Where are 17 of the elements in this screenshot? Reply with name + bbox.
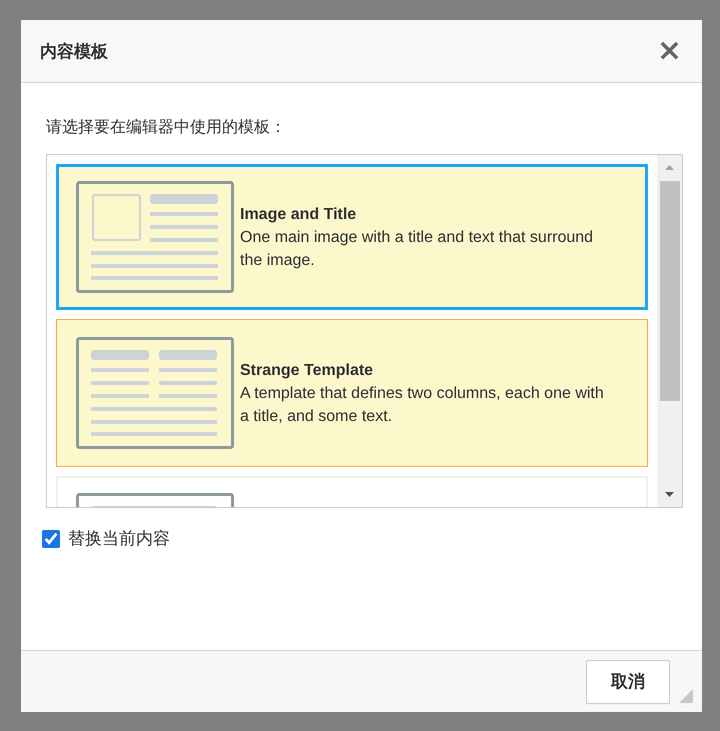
- template-description: One main image with a title and text that surround the image.: [240, 228, 594, 270]
- scroll-down-icon[interactable]: [665, 492, 674, 497]
- prompt-text: 请选择要在编辑器中使用的模板：: [46, 118, 287, 138]
- scroll-up-icon[interactable]: [665, 165, 674, 170]
- replace-checkbox[interactable]: [42, 530, 60, 548]
- template-title: Image and Title: [240, 204, 358, 224]
- template-title: Strange Template: [240, 360, 374, 380]
- template-option[interactable]: Image and Title One main image with a title and text that surround the image.: [56, 164, 648, 310]
- resize-grip-icon[interactable]: [679, 689, 693, 703]
- scrollbar[interactable]: [657, 155, 682, 507]
- checkbox-label: 替换当前内容: [68, 528, 170, 550]
- cancel-button[interactable]: 取消: [586, 660, 670, 704]
- scroll-thumb[interactable]: [660, 181, 680, 401]
- dialog-title: 内容模板: [40, 40, 108, 62]
- template-option[interactable]: Strange Template A template that defines two columns, each one with a title, and some text.: [56, 319, 648, 467]
- close-button[interactable]: ×: [656, 36, 682, 66]
- template-description: A template that defines two columns, each one with a title, and some text.: [240, 384, 605, 426]
